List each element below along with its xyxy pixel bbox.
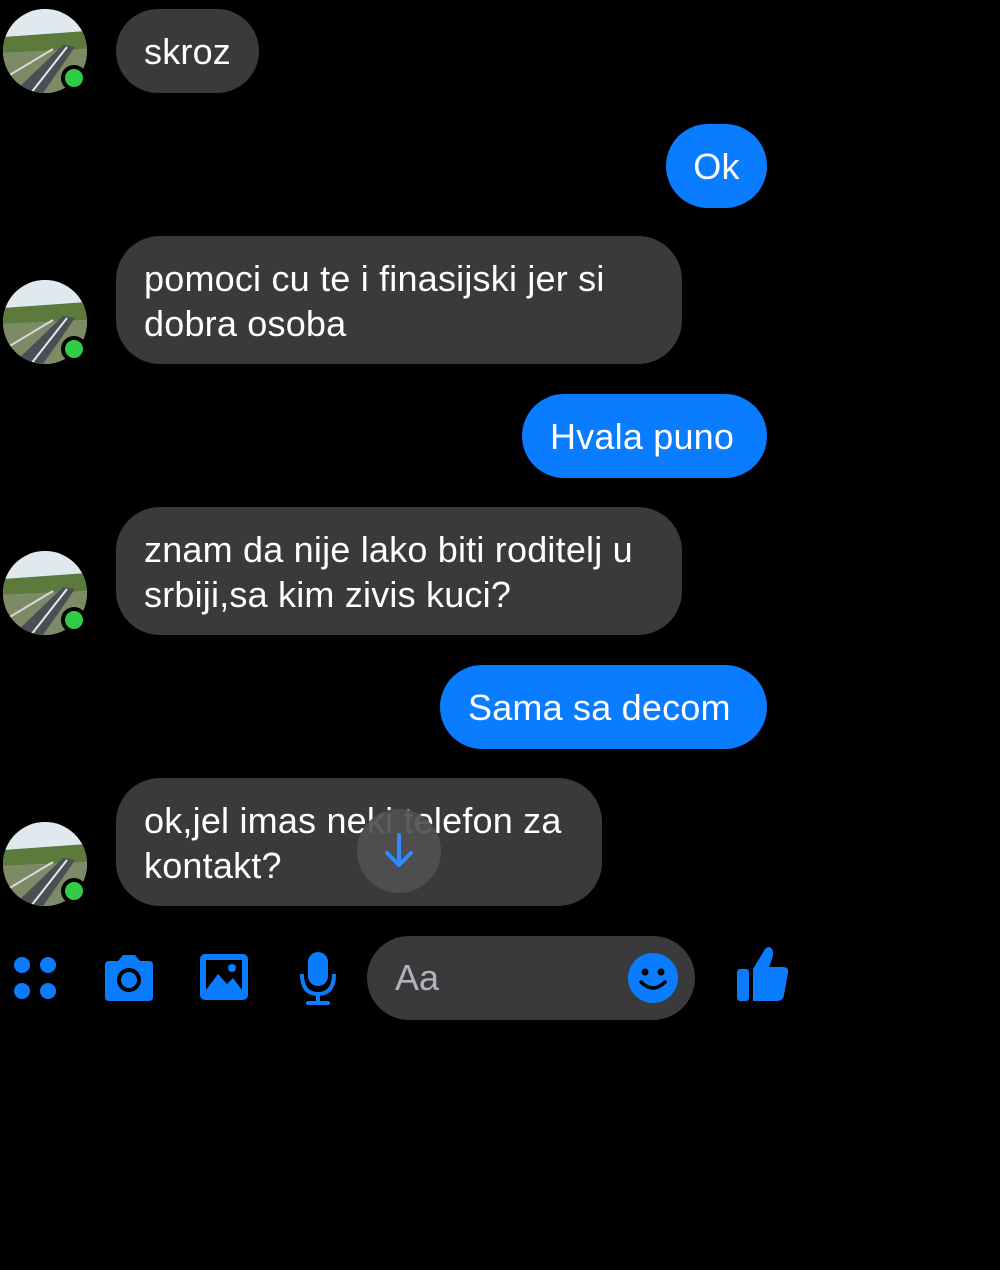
input-placeholder: Aa xyxy=(395,957,440,998)
image-icon[interactable] xyxy=(198,952,250,1002)
scroll-to-bottom-button[interactable] xyxy=(357,809,441,893)
message-line: srbiji,sa kim zivis kuci? xyxy=(144,574,512,615)
contact-avatar[interactable] xyxy=(3,280,87,364)
message-input[interactable]: Aa xyxy=(367,936,695,1020)
message-bubble-outgoing[interactable]: Sama sa decom xyxy=(440,665,767,749)
message-text: Ok xyxy=(693,146,740,187)
message-bubble-outgoing[interactable]: Hvala puno xyxy=(522,394,767,478)
menu-dots-icon[interactable] xyxy=(12,955,58,1001)
message-bubble-outgoing[interactable]: Ok xyxy=(666,124,767,208)
smiley-icon[interactable] xyxy=(627,952,679,1004)
arrow-down-icon xyxy=(385,833,413,867)
message-bubble-incoming[interactable]: znam da nije lako biti roditelj u srbiji… xyxy=(116,507,682,635)
online-indicator xyxy=(61,607,87,633)
chat-screen: skroz Ok pomoci cu te i finasijski jer s… xyxy=(0,0,1000,1270)
message-bubble-incoming[interactable]: skroz xyxy=(116,9,260,93)
online-indicator xyxy=(61,878,87,904)
message-text: Hvala puno xyxy=(550,416,735,457)
contact-avatar[interactable] xyxy=(3,551,87,635)
contact-avatar[interactable] xyxy=(3,9,87,93)
camera-icon[interactable] xyxy=(101,953,157,1003)
message-text: Sama sa decom xyxy=(468,687,731,728)
online-indicator xyxy=(61,336,87,362)
message-bubble-incoming[interactable]: pomoci cu te i finasijski jer si dobra o… xyxy=(116,236,682,364)
contact-avatar[interactable] xyxy=(3,822,87,906)
message-line: pomoci cu te i finasijski jer si xyxy=(144,258,605,299)
online-indicator xyxy=(61,65,87,91)
message-text: skroz xyxy=(144,31,232,72)
message-line: dobra osoba xyxy=(144,303,347,344)
message-line: znam da nije lako biti roditelj u xyxy=(144,529,633,570)
thumbs-up-icon[interactable] xyxy=(735,945,791,1003)
microphone-icon[interactable] xyxy=(298,950,338,1006)
